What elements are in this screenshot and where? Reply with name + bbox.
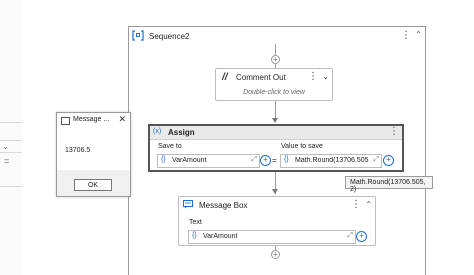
sequence-title: Sequence2 <box>149 32 190 41</box>
expression-icon: {} <box>161 156 166 163</box>
dialog-message: 13706.5 <box>65 147 91 154</box>
expression-tooltip: Math.Round(13706.505, 2) <box>345 176 433 193</box>
dialog-title: Message ... <box>73 116 110 123</box>
equals-sign: = <box>272 156 277 165</box>
assign-activity[interactable]: (x) Assign ⋮ Save to Value to save {} Va… <box>148 124 404 172</box>
panel-divider <box>0 140 22 141</box>
message-box-activity[interactable]: Message Box ⋮ ⌃ Text {} VarAmount ⤢ + <box>178 196 376 246</box>
collapse-icon[interactable]: ⌃ <box>365 200 372 209</box>
expression-icon: {} <box>284 156 289 163</box>
assign-icon: (x) <box>153 128 162 135</box>
expand-icon[interactable]: ⌄ <box>322 72 329 81</box>
text-label: Text <box>189 219 202 226</box>
message-box-icon <box>183 200 193 211</box>
save-to-label: Save to <box>158 143 182 150</box>
comment-out-hint: Double-click to view <box>243 89 305 96</box>
value-to-save-input[interactable]: {} Math.Round(13706.505 ⤢ <box>280 154 382 168</box>
panel-divider <box>0 122 22 123</box>
ok-button[interactable]: OK <box>74 179 112 191</box>
sequence-icon <box>132 30 144 41</box>
window-icon <box>61 117 70 125</box>
assign-title: Assign <box>168 128 195 137</box>
arrow-down-icon <box>272 189 278 194</box>
more-options-icon[interactable]: ⋮ <box>401 30 411 41</box>
add-variable-button[interactable]: + <box>260 155 271 166</box>
save-to-value: VarAmount <box>172 157 207 164</box>
equals-icon: = <box>4 156 10 166</box>
expand-editor-icon[interactable]: ⤢ <box>373 156 379 164</box>
panel-divider <box>0 152 22 153</box>
comment-out-title: Comment Out <box>236 73 286 82</box>
add-variable-button[interactable]: + <box>356 231 367 242</box>
more-options-icon[interactable]: ⋮ <box>351 199 361 210</box>
value-expression: Math.Round(13706.505 <box>295 157 369 164</box>
expand-editor-icon[interactable]: ⤢ <box>347 232 353 240</box>
expand-editor-icon[interactable]: ⤢ <box>251 156 257 164</box>
message-box-title: Message Box <box>199 201 248 210</box>
comment-out-activity[interactable]: // Comment Out ⋮ ⌄ Double-click to view <box>215 68 333 101</box>
comment-out-icon: // <box>222 72 228 83</box>
add-activity-button[interactable]: + <box>271 55 280 64</box>
assign-header: (x) Assign ⋮ <box>150 126 402 140</box>
add-activity-button[interactable]: + <box>271 250 280 259</box>
more-options-icon[interactable]: ⋮ <box>389 126 399 137</box>
value-to-save-label: Value to save <box>281 143 323 150</box>
close-icon[interactable]: ✕ <box>118 114 126 125</box>
message-dialog[interactable]: Message ... ✕ 13706.5 OK <box>56 112 131 197</box>
collapse-icon[interactable]: ⌃ <box>415 30 422 39</box>
text-value: VarAmount <box>203 233 238 240</box>
sequence-header: Sequence2 ⋮ ⌃ <box>129 27 425 45</box>
more-options-icon[interactable]: ⋮ <box>308 71 318 82</box>
left-panel: ⌄ = <box>0 0 22 275</box>
panel-divider <box>0 186 22 187</box>
arrow-down-icon <box>272 118 278 123</box>
text-input[interactable]: {} VarAmount ⤢ <box>188 230 356 244</box>
expression-icon: {} <box>192 232 197 239</box>
add-variable-button[interactable]: + <box>383 155 394 166</box>
save-to-input[interactable]: {} VarAmount ⤢ <box>157 154 260 168</box>
chevron-down-icon[interactable]: ⌄ <box>2 142 9 151</box>
